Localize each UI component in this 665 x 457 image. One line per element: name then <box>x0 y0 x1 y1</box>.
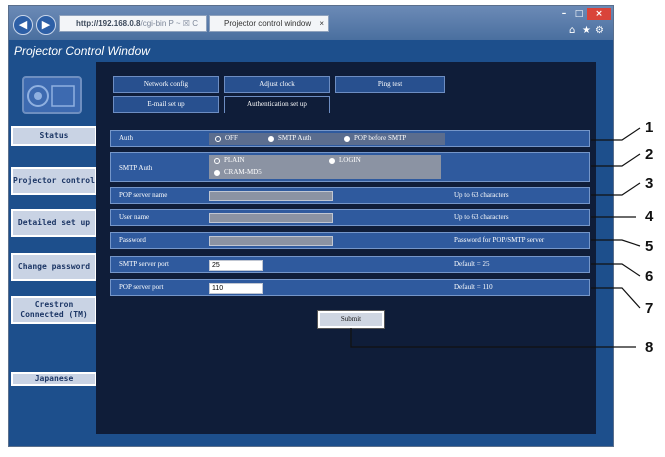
callout-line-5 <box>591 239 641 247</box>
callout-number: 3 <box>645 175 654 192</box>
callout-number: 7 <box>645 300 654 317</box>
callout-line-1 <box>591 127 641 141</box>
callout-number: 4 <box>645 208 654 225</box>
callout-line-8 <box>350 328 636 348</box>
callout-line-6 <box>591 263 641 277</box>
callout-number: 5 <box>645 238 654 255</box>
callout-number: 8 <box>645 339 654 356</box>
callout-number: 6 <box>645 268 654 285</box>
callout-line-2 <box>591 153 641 167</box>
callout-number: 1 <box>645 119 654 136</box>
callout-line-3 <box>591 182 641 196</box>
callout-lines <box>350 127 641 348</box>
callout-line-7 <box>591 287 641 309</box>
callout-number: 2 <box>645 146 654 163</box>
